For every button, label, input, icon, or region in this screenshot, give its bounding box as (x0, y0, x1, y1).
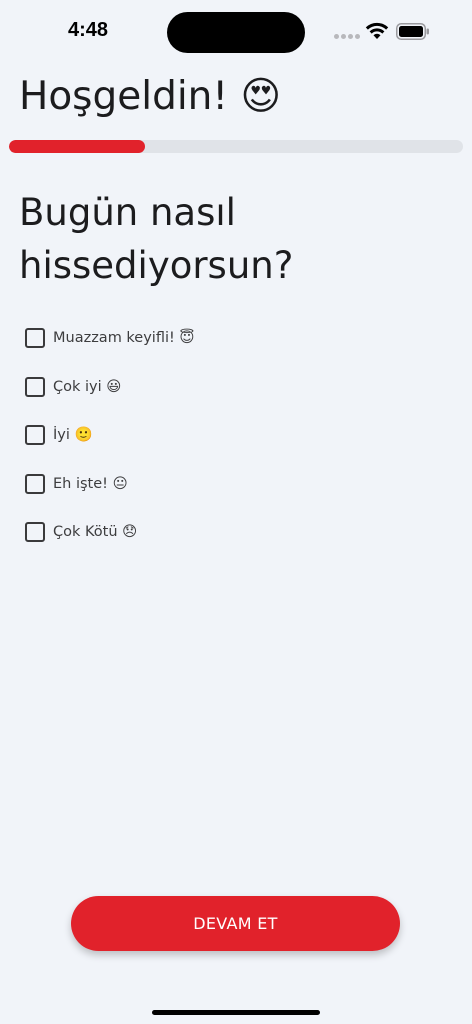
home-indicator (152, 1010, 320, 1015)
checkbox[interactable] (25, 522, 45, 542)
question-text: Bugün nasıl hissediyorsun? (19, 191, 294, 287)
mood-option-label: Eh işte! 😐 (53, 475, 128, 492)
mood-option-label: Muazzam keyifli! 😇 (53, 330, 195, 346)
cellular-signal-icon (334, 34, 360, 40)
checkbox[interactable] (25, 328, 45, 348)
mood-option-label: İyi 🙂 (53, 427, 93, 443)
progress-bar (9, 140, 463, 153)
progress-fill (9, 140, 146, 153)
mood-option[interactable]: Çok iyi 😃 (25, 375, 425, 424)
mood-option[interactable]: Eh işte! 😐 (25, 472, 425, 521)
page-title: Hoşgeldin! 😍 (19, 74, 282, 119)
checkbox[interactable] (25, 425, 45, 445)
status-time: 4:48 (68, 19, 109, 41)
dynamic-island (167, 12, 305, 53)
continue-button[interactable]: DEVAM ET (71, 896, 400, 951)
mood-option[interactable]: İyi 🙂 (25, 423, 425, 472)
checkbox[interactable] (25, 473, 45, 494)
mood-options-list: Muazzam keyifli! 😇 Çok iyi 😃 İyi 🙂 Eh iş… (25, 326, 425, 569)
checkbox[interactable] (25, 376, 45, 397)
mood-option[interactable]: Çok Kötü 😞 (25, 520, 425, 569)
mood-option-label: Çok Kötü 😞 (53, 524, 138, 540)
mood-option-label: Çok iyi 😃 (53, 378, 122, 395)
battery-icon (396, 23, 429, 40)
status-bar: 4:48 (0, 0, 472, 64)
wifi-icon (365, 22, 389, 39)
mood-option[interactable]: Muazzam keyifli! 😇 (25, 326, 425, 375)
